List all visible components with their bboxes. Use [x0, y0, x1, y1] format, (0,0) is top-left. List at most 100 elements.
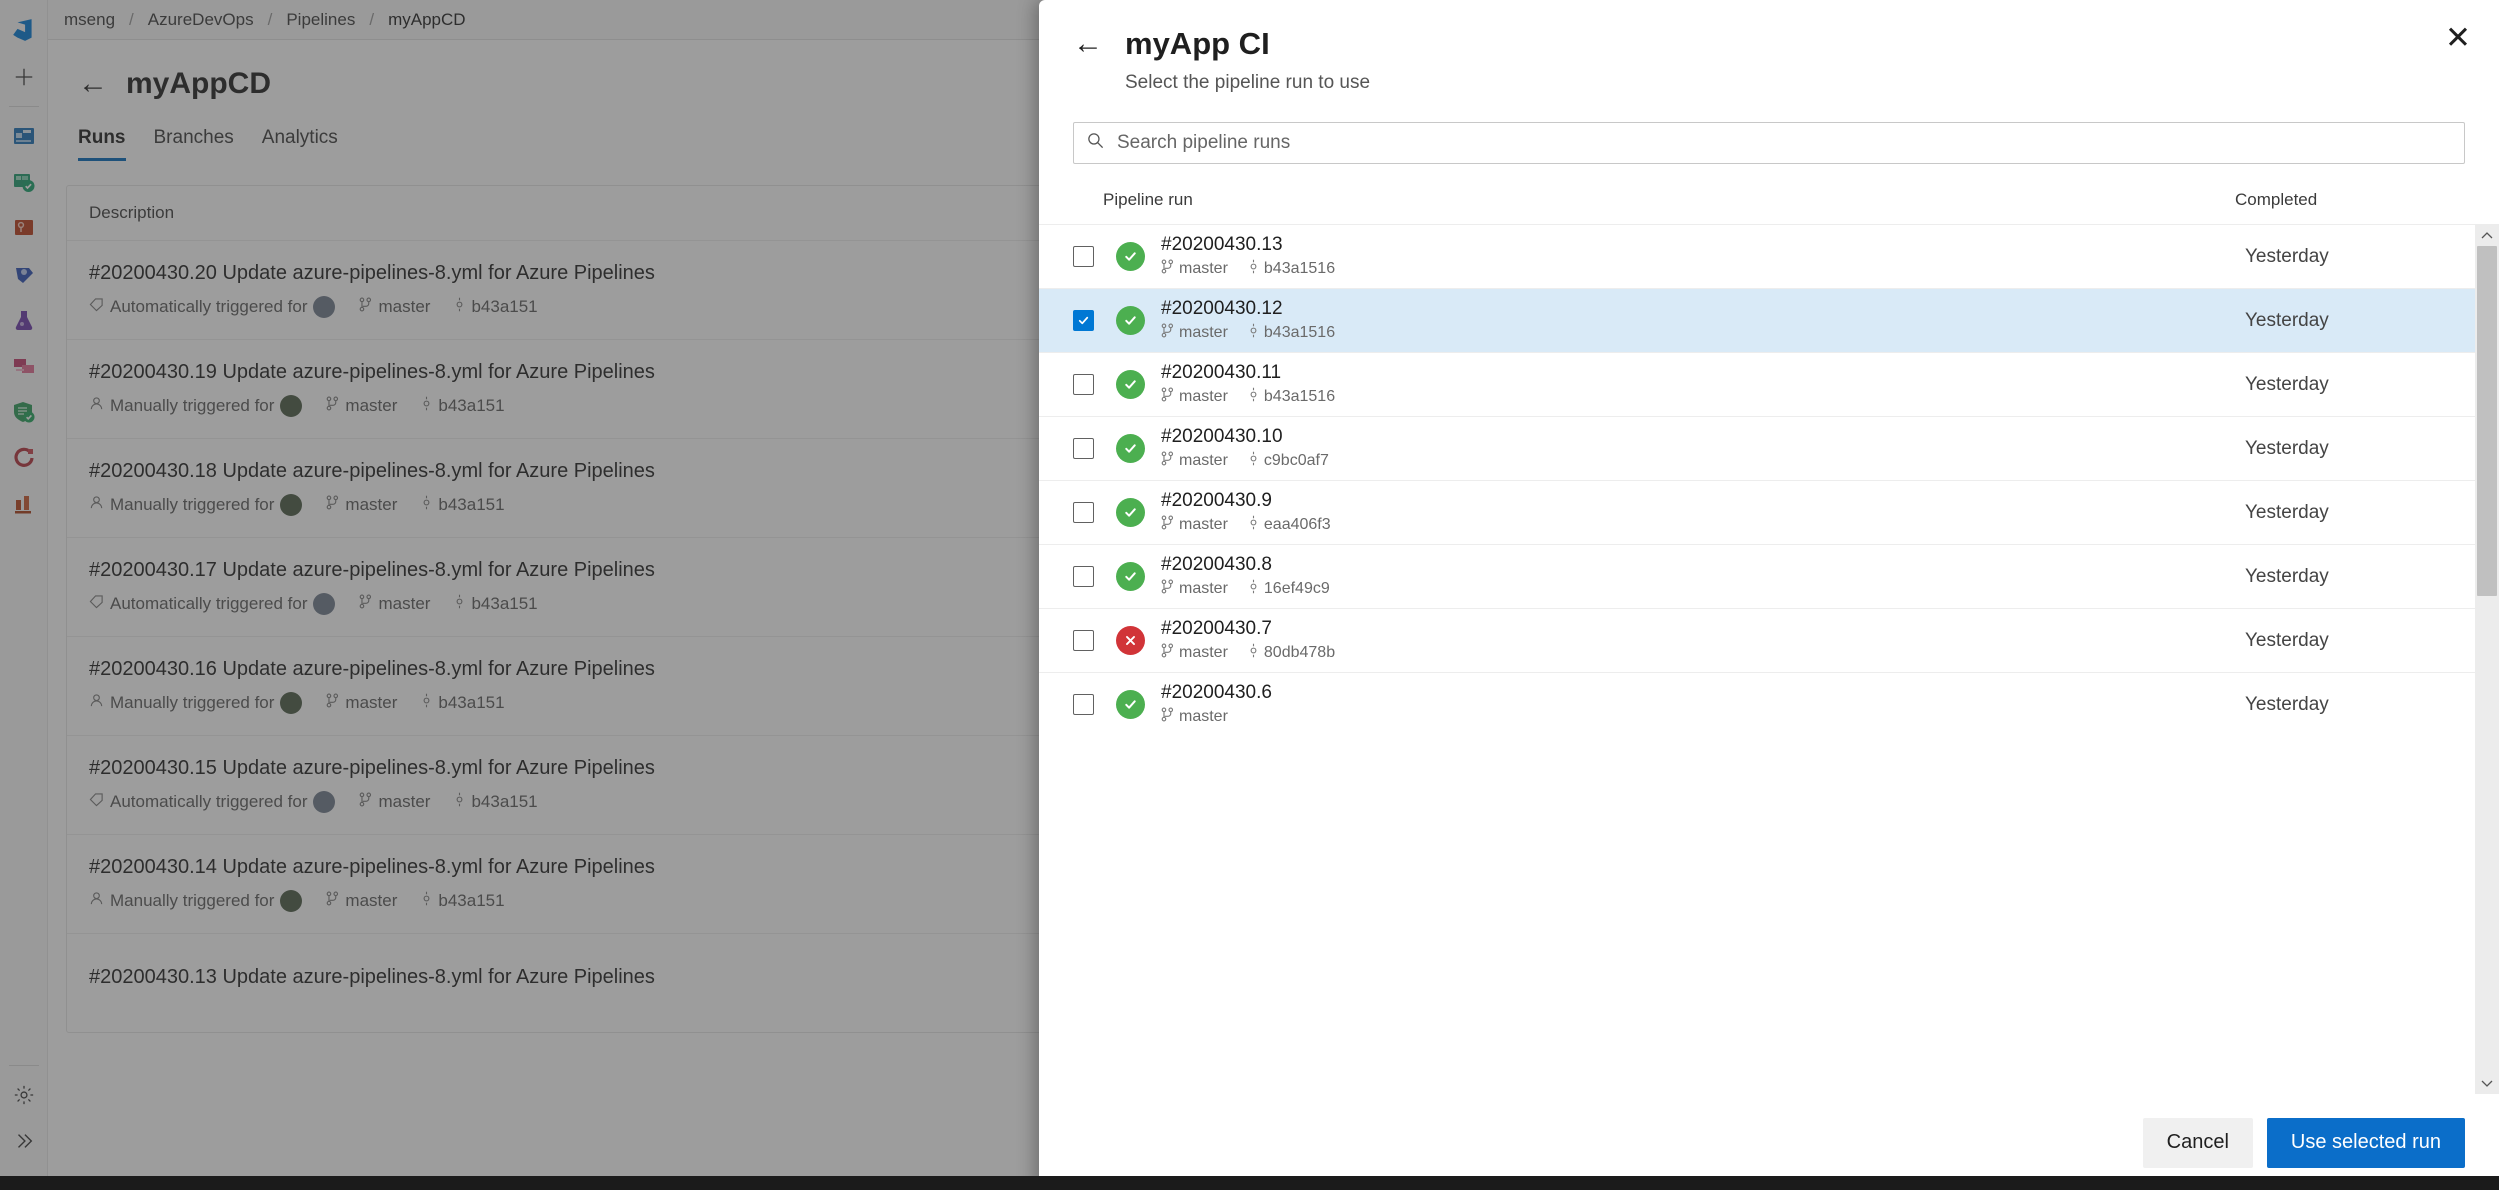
status-succeeded-icon [1116, 562, 1145, 591]
run-branch: master [1179, 452, 1228, 470]
run-info: #20200430.10 master c9bc0af7 [1161, 426, 2245, 472]
branch-icon [1161, 707, 1174, 727]
branch-icon [1161, 259, 1174, 279]
search-input[interactable] [1117, 132, 2452, 154]
run-branch: master [1179, 516, 1228, 534]
cancel-button[interactable]: Cancel [2142, 1117, 2253, 1168]
run-commit: b43a1516 [1263, 324, 1336, 342]
run-completed: Yesterday [2245, 309, 2329, 331]
run-info: #20200430.11 master b43a1516 [1161, 362, 2245, 408]
branch-icon [1161, 643, 1174, 663]
run-completed: Yesterday [2245, 373, 2329, 395]
list-column-headers: Pipeline run Completed [1039, 164, 2499, 224]
run-list-item[interactable]: #20200430.13 master b43a1516 Yesterday [1039, 224, 2475, 288]
run-completed: Yesterday [2245, 245, 2329, 267]
run-meta: master eaa406f3 [1161, 515, 2245, 535]
pipeline-run-picker-panel: ← myApp CI ✕ Select the pipeline run to … [1039, 0, 2499, 1190]
run-checkbox[interactable] [1073, 566, 1094, 587]
run-checkbox[interactable] [1073, 374, 1094, 395]
branch-icon [1161, 579, 1174, 599]
status-succeeded-icon [1116, 370, 1145, 399]
commit-icon [1248, 387, 1259, 407]
run-list-item[interactable]: #20200430.8 master 16ef49c9 Yesterday [1039, 544, 2475, 608]
run-checkbox[interactable] [1073, 246, 1094, 267]
run-commit: 16ef49c9 [1263, 580, 1330, 598]
arrow-left-icon[interactable]: ← [1073, 29, 1103, 59]
search-box[interactable] [1073, 122, 2465, 164]
status-failed-icon [1116, 626, 1145, 655]
run-commit: eaa406f3 [1263, 516, 1331, 534]
run-checkbox[interactable] [1073, 502, 1094, 523]
commit-icon [1248, 643, 1259, 663]
panel-subtitle: Select the pipeline run to use [1125, 72, 1371, 93]
run-branch: master [1179, 580, 1228, 598]
use-selected-run-button[interactable]: Use selected run [2266, 1117, 2465, 1168]
run-id: #20200430.8 [1161, 553, 1272, 575]
branch-icon [1161, 451, 1174, 471]
run-commit: 80db478b [1263, 644, 1336, 662]
run-id: #20200430.12 [1161, 297, 1283, 319]
run-commit: b43a1516 [1263, 388, 1336, 406]
vertical-scrollbar[interactable] [2475, 224, 2499, 1094]
commit-icon [1248, 323, 1259, 343]
branch-icon [1161, 515, 1174, 535]
panel-title: myApp CI [1125, 26, 1270, 61]
run-checkbox[interactable] [1073, 310, 1094, 331]
status-succeeded-icon [1116, 242, 1145, 271]
commit-icon [1248, 259, 1259, 279]
run-id: #20200430.6 [1161, 681, 1272, 703]
run-info: #20200430.9 master eaa406f3 [1161, 490, 2245, 536]
taskbar [0, 1176, 2499, 1190]
run-info: #20200430.6 master [1161, 682, 2245, 728]
run-info: #20200430.7 master 80db478b [1161, 618, 2245, 664]
commit-icon [1248, 515, 1259, 535]
run-list-item[interactable]: #20200430.7 master 80db478b Yesterday [1039, 608, 2475, 672]
column-header-completed: Completed [2235, 190, 2318, 209]
branch-icon [1161, 323, 1174, 343]
run-list-item[interactable]: #20200430.12 master b43a1516 Yesterday [1039, 288, 2475, 352]
run-completed: Yesterday [2245, 693, 2329, 715]
run-list-item[interactable]: #20200430.6 master Yesterday [1039, 672, 2475, 736]
run-info: #20200430.13 master b43a1516 [1161, 234, 2245, 280]
run-branch: master [1179, 708, 1228, 726]
run-list-item[interactable]: #20200430.10 master c9bc0af7 Yesterday [1039, 416, 2475, 480]
branch-icon [1161, 387, 1174, 407]
run-meta: master b43a1516 [1161, 323, 2245, 343]
chevron-down-icon[interactable] [2475, 1072, 2499, 1094]
run-info: #20200430.8 master 16ef49c9 [1161, 554, 2245, 600]
run-branch: master [1179, 324, 1228, 342]
commit-icon [1248, 451, 1259, 471]
chevron-up-icon[interactable] [2475, 224, 2499, 246]
panel-header: ← myApp CI ✕ Select the pipeline run to … [1039, 0, 2499, 94]
run-list: #20200430.13 master b43a1516 Yesterday #2020… [1039, 224, 2475, 1094]
run-checkbox[interactable] [1073, 694, 1094, 715]
status-succeeded-icon [1116, 498, 1145, 527]
run-commit: b43a1516 [1263, 260, 1336, 278]
run-meta: master b43a1516 [1161, 387, 2245, 407]
run-list-item[interactable]: #20200430.11 master b43a1516 Yesterday [1039, 352, 2475, 416]
run-list-item[interactable]: #20200430.9 master eaa406f3 Yesterday [1039, 480, 2475, 544]
run-info: #20200430.12 master b43a1516 [1161, 298, 2245, 344]
run-checkbox[interactable] [1073, 438, 1094, 459]
run-id: #20200430.10 [1161, 425, 1283, 447]
run-meta: master b43a1516 [1161, 259, 2245, 279]
run-id: #20200430.9 [1161, 489, 1272, 511]
run-list-area: #20200430.13 master b43a1516 Yesterday #2020… [1039, 224, 2499, 1094]
run-id: #20200430.7 [1161, 617, 1272, 639]
status-succeeded-icon [1116, 306, 1145, 335]
run-meta: master [1161, 707, 2245, 727]
run-branch: master [1179, 644, 1228, 662]
scrollbar-thumb[interactable] [2477, 246, 2497, 596]
run-checkbox[interactable] [1073, 630, 1094, 651]
run-completed: Yesterday [2245, 565, 2329, 587]
run-branch: master [1179, 388, 1228, 406]
search-container [1039, 94, 2499, 164]
run-meta: master 80db478b [1161, 643, 2245, 663]
run-completed: Yesterday [2245, 629, 2329, 651]
run-meta: master c9bc0af7 [1161, 451, 2245, 471]
run-branch: master [1179, 260, 1228, 278]
close-icon[interactable]: ✕ [2445, 22, 2471, 53]
run-completed: Yesterday [2245, 437, 2329, 459]
run-completed: Yesterday [2245, 501, 2329, 523]
status-succeeded-icon [1116, 690, 1145, 719]
